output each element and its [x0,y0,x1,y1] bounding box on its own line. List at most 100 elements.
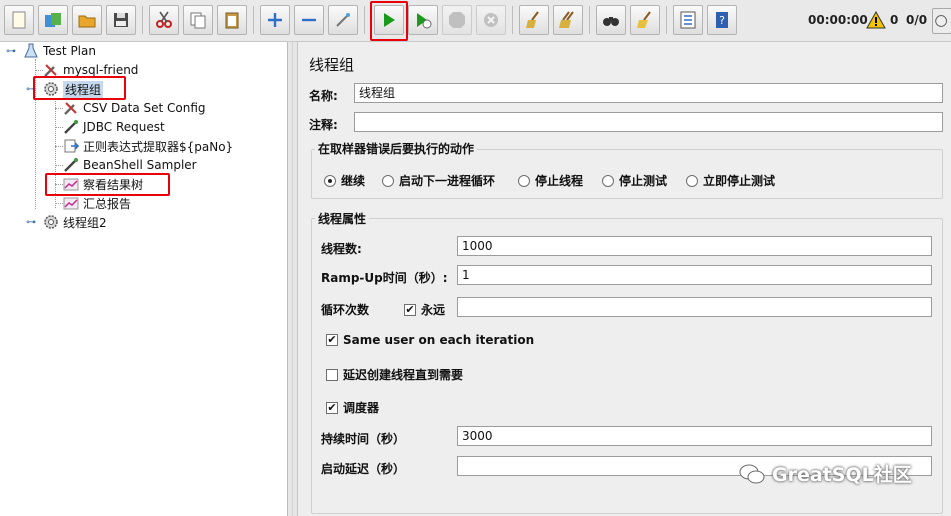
tree-node-beanshell-sampler[interactable]: BeanShell Sampler [63,156,197,174]
scissors-icon [156,11,172,28]
warning-count: 0 [890,13,899,27]
config-wrench-icon [63,100,79,116]
new-document-icon [12,11,26,29]
minus-icon [302,18,316,22]
elapsed-time: 00:00:00 [808,13,868,27]
thread-properties-title: 线程属性 [315,210,370,227]
open-folder-icon [78,15,96,28]
warning-icon[interactable] [866,10,886,30]
save-disk-icon [114,13,128,27]
panel-title: 线程组 [309,56,355,74]
active-threads: 0/0 [906,13,928,27]
radio-start-next-loop-dot [382,174,394,187]
svg-text:?: ? [719,14,725,27]
stop-button[interactable] [442,5,472,35]
tree-node-regex-extractor[interactable]: 正则表达式提取器${paNo} [63,137,233,155]
startup-delay-label: 启动延迟（秒） [321,462,406,476]
rampup-input[interactable]: 1 [457,265,932,285]
same-user-checkbox[interactable]: ✔ Same user on each iteration [326,333,534,347]
tree-node-summary-report[interactable]: 汇总报告 [63,194,131,212]
radio-continue-dot [324,174,336,187]
sampler-pipette-icon [63,157,79,173]
loop-count-label: 循环次数 [321,303,370,317]
thread-group-panel: 线程组 名称: 线程组 注释: 在取样器错误后要执行的动作 继续 启动下一进程循… [299,42,951,516]
log-viewer-button[interactable] [932,8,951,34]
save-button[interactable] [106,5,136,35]
collapse-button[interactable] [294,5,324,35]
start-no-pauses-button[interactable] [408,5,438,35]
radio-stop-test-now[interactable]: 立即停止测试 [686,172,775,189]
open-button[interactable] [72,5,102,35]
plus-icon [268,13,282,27]
comment-input[interactable] [354,112,943,132]
templates-button[interactable] [38,5,68,35]
forever-check-mark: ✔ [404,302,416,316]
highlight-thread-group [33,76,126,100]
tree-node-jdbc-request[interactable]: JDBC Request [63,118,165,136]
radio-continue[interactable]: 继续 [324,172,365,189]
pane-splitter[interactable] [288,42,298,516]
reset-search-button[interactable] [630,5,660,35]
shutdown-button[interactable] [476,5,506,35]
templates-icon [45,13,61,27]
paste-clipboard-icon [225,12,239,29]
copy-icon [190,12,206,29]
listener-graph-icon [63,195,79,211]
delay-thread-creation-checkbox[interactable]: 延迟创建线程直到需要 [326,366,463,383]
loop-count-input[interactable] [457,297,932,317]
help-button[interactable]: ? [707,5,737,35]
rampup-label: Ramp-Up时间（秒）: [321,271,448,285]
tree-node-thread-group-2[interactable]: 线程组2 [43,213,107,231]
stop-icon [449,12,465,28]
cut-button[interactable] [149,5,179,35]
radio-stop-thread[interactable]: 停止线程 [518,172,583,189]
error-action-title: 在取样器错误后要执行的动作 [315,140,478,157]
toolbar: ? 00:00:00 0 0/0 [0,0,951,42]
extractor-icon [63,138,79,154]
radio-start-next-loop[interactable]: 启动下一进程循环 [382,172,495,189]
tree-node-csv-data-set[interactable]: CSV Data Set Config [63,99,206,117]
watermark: GreatSQL社区 [738,460,912,487]
copy-button[interactable] [183,5,213,35]
threads-input[interactable]: 1000 [457,236,932,256]
expand-button[interactable] [260,5,290,35]
wechat-icon [739,464,765,483]
same-user-check-mark: ✔ [326,333,338,346]
radio-stop-test-now-dot [686,174,698,187]
binoculars-icon [603,17,619,26]
function-helper-button[interactable] [673,5,703,35]
sampler-pipette-icon [63,119,79,135]
highlight-start-button [370,1,408,41]
scheduler-check-mark: ✔ [326,400,338,414]
thread-group-gear-icon [43,214,59,230]
toggle-wand-icon [336,13,350,27]
radio-stop-test[interactable]: 停止测试 [602,172,667,189]
threads-label: 线程数: [321,242,362,256]
broom-clear-all-icon [559,11,574,28]
delay-thread-creation-box [326,368,338,381]
clear-button[interactable] [519,5,549,35]
scheduler-checkbox[interactable]: ✔ 调度器 [326,399,379,416]
test-plan-tree: ⊶ Test Plan mysql-friend ⊶ 线程组 CSV Data … [0,42,288,516]
duration-input[interactable]: 3000 [457,426,932,446]
tree-toggle-thread-group-2[interactable]: ⊶ [25,216,37,228]
toggle-button[interactable] [328,5,358,35]
forever-checkbox[interactable]: ✔ 永远 [404,301,445,318]
paste-button[interactable] [217,5,247,35]
help-book-icon: ? [716,12,728,28]
search-button[interactable] [596,5,626,35]
clear-all-button[interactable] [553,5,583,35]
duration-label: 持续时间（秒） [321,432,406,446]
tree-toggle-test-plan[interactable]: ⊶ [5,45,17,57]
new-button[interactable] [4,5,34,35]
broom-icon [637,11,651,28]
radio-stop-test-dot [602,174,614,187]
broom-clear-icon [526,11,539,28]
name-label: 名称: [309,89,338,103]
test-plan-flask-icon [23,43,39,59]
name-input[interactable]: 线程组 [354,83,943,103]
tree-node-test-plan[interactable]: Test Plan [23,42,96,60]
comment-label: 注释: [309,118,338,132]
list-icon [680,11,696,29]
radio-stop-thread-dot [518,174,530,187]
